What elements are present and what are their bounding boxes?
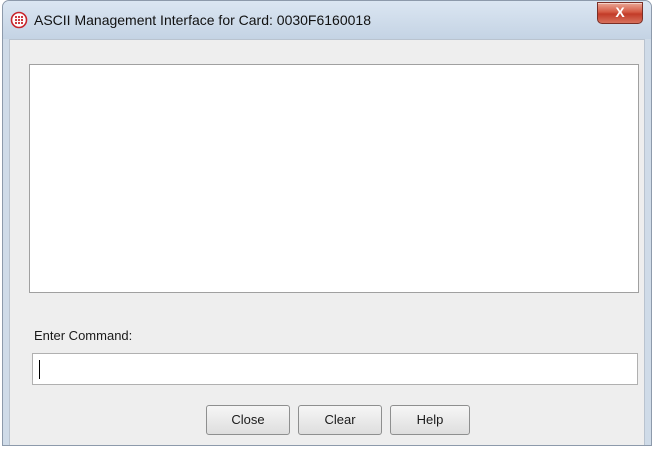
window-title: ASCII Management Interface for Card: 003… xyxy=(34,12,371,28)
command-input[interactable] xyxy=(32,353,638,385)
close-icon: X xyxy=(615,4,625,20)
text-caret xyxy=(39,360,40,379)
close-button[interactable]: Close xyxy=(206,405,290,435)
help-button[interactable]: Help xyxy=(390,405,470,435)
console-output[interactable] xyxy=(29,64,639,293)
globe-network-icon xyxy=(10,11,28,29)
enter-command-label: Enter Command: xyxy=(34,328,133,343)
clear-button[interactable]: Clear xyxy=(298,405,382,435)
title-bar[interactable]: ASCII Management Interface for Card: 003… xyxy=(3,1,651,39)
window-close-button[interactable]: X xyxy=(597,2,643,24)
